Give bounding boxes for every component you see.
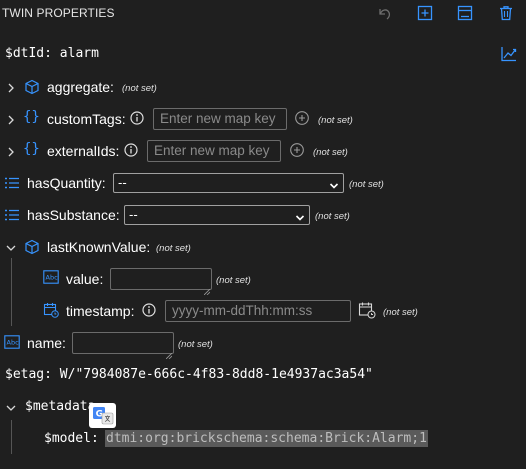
cube-icon [24, 79, 40, 95]
delete-button[interactable] [496, 3, 516, 23]
hassubstance-status: (not set) [315, 211, 350, 222]
customtags-label: customTags: [47, 111, 126, 127]
hasquantity-selected-value: -- [118, 175, 127, 190]
etag-key: $etag: [5, 367, 52, 382]
panel-header: TWIN PROPERTIES [0, 0, 526, 26]
collapse-icon [457, 5, 473, 21]
model-value: dtmi:org:brickschema:schema:Brick:Alarm;… [105, 430, 428, 447]
aggregate-status: (not set) [122, 83, 157, 94]
braces-icon: {} [23, 109, 40, 125]
text-field-icon: Abc [4, 335, 20, 349]
lastknownvalue-label: lastKnownValue: [47, 239, 151, 255]
value-status: (not set) [216, 275, 251, 286]
dtid-row: $dtId: alarm [5, 46, 99, 61]
plus-circle-icon [290, 143, 304, 157]
tree-guide-line [11, 420, 12, 454]
collapse-button[interactable] [455, 3, 475, 23]
text-field-icon: Abc [43, 270, 59, 284]
aggregate-expand-chevron[interactable] [5, 81, 17, 93]
translate-icon: G [93, 407, 114, 425]
externalids-expand-chevron[interactable] [5, 145, 17, 157]
hasquantity-status: (not set) [349, 179, 384, 190]
calendar-icon [358, 302, 376, 319]
externalids-add-button[interactable] [289, 142, 305, 158]
value-textarea[interactable] [110, 268, 212, 296]
undo-button[interactable] [374, 3, 394, 23]
tree-guide-line [11, 258, 12, 326]
name-textarea[interactable] [72, 332, 174, 360]
datetime-picker-button[interactable] [358, 301, 376, 319]
hassubstance-label: hasSubstance: [27, 207, 120, 223]
info-icon[interactable] [141, 302, 157, 318]
timestamp-status: (not set) [383, 307, 418, 318]
cube-icon [24, 239, 40, 255]
plus-circle-icon [295, 111, 309, 125]
customtags-map-key-input[interactable]: Enter new map key [153, 108, 287, 130]
add-icon [417, 5, 433, 21]
hasquantity-label: hasQuantity: [27, 175, 106, 191]
add-button[interactable] [415, 3, 435, 23]
externalids-label: externalIds: [47, 143, 120, 159]
timestamp-input[interactable]: yyyy-mm-ddThh:mm:ss [165, 300, 351, 322]
chevron-right-icon [8, 147, 14, 157]
externalids-map-key-input[interactable]: Enter new map key [147, 140, 281, 162]
braces-icon: {} [23, 141, 40, 157]
customtags-status: (not set) [318, 115, 353, 126]
chart-icon [501, 47, 517, 62]
externalids-status: (not set) [313, 147, 348, 158]
customtags-expand-chevron[interactable] [5, 113, 17, 125]
resize-handle-icon[interactable] [165, 346, 173, 360]
dtid-value: alarm [59, 46, 99, 61]
svg-text:Abc: Abc [46, 274, 59, 282]
hasquantity-select[interactable]: -- [113, 173, 344, 193]
info-icon[interactable] [129, 110, 145, 126]
delete-icon [500, 6, 512, 21]
metadata-collapse-chevron[interactable] [5, 401, 17, 413]
timestamp-label: timestamp: [66, 303, 135, 319]
chevron-down-icon [329, 178, 339, 189]
lastknownvalue-collapse-chevron[interactable] [5, 241, 17, 253]
resize-handle-icon[interactable] [203, 282, 211, 296]
chart-button[interactable] [499, 45, 519, 63]
chevron-down-icon [6, 405, 16, 411]
hassubstance-select[interactable]: -- [124, 205, 310, 225]
customtags-add-button[interactable] [294, 110, 310, 126]
model-key: $model: [44, 431, 99, 446]
name-label: name: [27, 335, 66, 351]
chevron-down-icon [295, 210, 305, 221]
chevron-right-icon [8, 83, 14, 93]
lastknownvalue-status: (not set) [156, 243, 191, 254]
name-status: (not set) [178, 339, 213, 350]
chevron-right-icon [8, 115, 14, 125]
dtid-key: $dtId: [5, 46, 52, 61]
value-label: value: [66, 271, 104, 287]
chevron-down-icon [6, 245, 16, 251]
svg-text:Abc: Abc [7, 339, 20, 347]
calendar-icon [43, 302, 59, 318]
list-icon [4, 176, 20, 190]
info-icon[interactable] [123, 142, 139, 158]
etag-row: $etag: W/"7984087e-666c-4f83-8dd8-1e4937… [5, 367, 373, 382]
aggregate-label: aggregate: [47, 79, 114, 95]
etag-value: W/"7984087e-666c-4f83-8dd8-1e4937ac3a54" [59, 367, 373, 382]
translate-button[interactable]: G [89, 403, 116, 428]
panel-title: TWIN PROPERTIES [2, 6, 115, 20]
metadata-label: $metadata [25, 399, 96, 414]
hassubstance-selected-value: -- [129, 207, 138, 222]
list-icon [4, 208, 20, 222]
undo-icon [379, 9, 391, 20]
